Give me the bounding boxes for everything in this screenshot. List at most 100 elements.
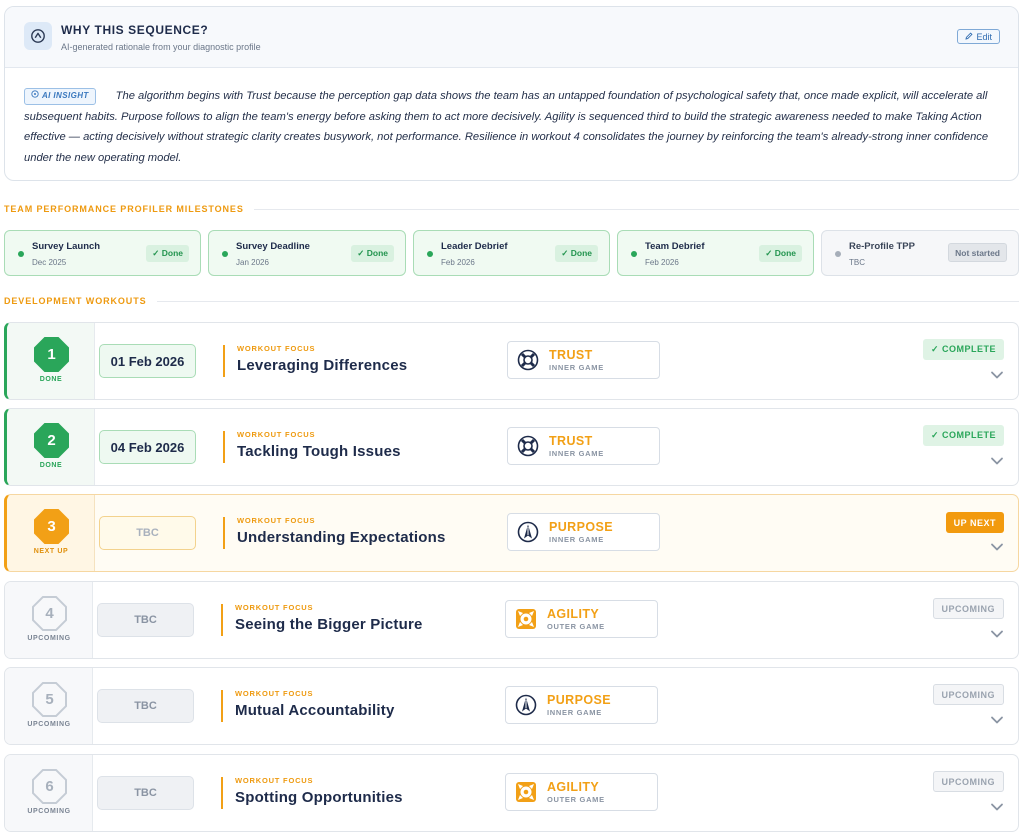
game-name: TRUST — [549, 434, 593, 448]
game-name: TRUST — [549, 348, 593, 362]
workout-focus-label: WORKOUT FOCUS — [237, 344, 316, 353]
milestone-team-debrief[interactable]: Team Debrief Feb 2026 ✓ Done — [617, 230, 814, 276]
status-dot — [835, 251, 841, 257]
workout-state-label: DONE — [39, 462, 63, 469]
workout-date: 01 Feb 2026 — [99, 344, 196, 378]
workout-focus: WORKOUT FOCUS Understanding Expectations — [223, 516, 446, 549]
game-name: PURPOSE — [547, 693, 611, 707]
workout-state-label: UPCOMING — [27, 635, 71, 642]
workout-title: Seeing the Bigger Picture — [235, 616, 423, 633]
agility-arrows-icon — [516, 609, 536, 629]
workout-card-4[interactable]: 4 UPCOMING TBC WORKOUT FOCUS Seeing the … — [4, 581, 1019, 659]
game-chip: PURPOSE INNER GAME — [505, 686, 658, 724]
trust-lifebuoy-icon — [517, 349, 539, 371]
game-name: PURPOSE — [549, 520, 613, 534]
milestone-name: Team Debrief — [645, 241, 705, 252]
milestone-leader-debrief[interactable]: Leader Debrief Feb 2026 ✓ Done — [413, 230, 610, 276]
game-chip: PURPOSE INNER GAME — [507, 513, 660, 551]
game-chip: AGILITY OUTER GAME — [505, 600, 658, 638]
workout-date: TBC — [99, 516, 196, 550]
milestone-date: TBC — [849, 258, 865, 267]
game-type: INNER GAME — [549, 449, 604, 458]
ai-insight-label: AI INSIGHT — [42, 91, 89, 100]
workout-title: Tackling Tough Issues — [237, 443, 401, 460]
workout-number-column: 5 UPCOMING — [5, 668, 93, 744]
workout-focus-label: WORKOUT FOCUS — [237, 430, 316, 439]
milestone-name: Survey Deadline — [236, 241, 310, 252]
workout-date: 04 Feb 2026 — [99, 430, 196, 464]
rationale-header: WHY THIS SEQUENCE? AI-generated rational… — [5, 7, 1018, 68]
chevron-down-icon[interactable] — [990, 802, 1004, 812]
workout-number-column: 6 UPCOMING — [5, 755, 93, 831]
edit-button[interactable]: Edit — [957, 29, 1000, 44]
chevron-down-icon[interactable] — [990, 456, 1004, 466]
milestone-date: Feb 2026 — [441, 258, 475, 267]
workout-card-1[interactable]: 1 DONE 01 Feb 2026 WORKOUT FOCUS Leverag… — [4, 322, 1019, 400]
status-dot — [631, 251, 637, 257]
milestone-date: Dec 2025 — [32, 258, 67, 267]
sparkle-icon — [31, 86, 39, 107]
status-badge: UPCOMING — [932, 771, 1004, 792]
milestone-status-badge: Not started — [948, 243, 1007, 262]
workouts-section-label: DEVELOPMENT WORKOUTS — [4, 296, 147, 306]
chevron-down-icon[interactable] — [990, 629, 1004, 639]
workout-title: Leveraging Differences — [237, 357, 408, 374]
workout-card-6[interactable]: 6 UPCOMING TBC WORKOUT FOCUS Spotting Op… — [4, 754, 1019, 832]
milestone-re-profile-tpp[interactable]: Re-Profile TPP TBC Not started — [821, 230, 1019, 276]
status-badge: ✓ COMPLETE — [922, 425, 1004, 446]
chevron-down-icon[interactable] — [990, 542, 1004, 552]
workout-state-label: UPCOMING — [27, 721, 71, 728]
rationale-text: The algorithm begins with Trust because … — [24, 90, 989, 164]
milestones-section-header: TEAM PERFORMANCE PROFILER MILESTONES — [4, 203, 1019, 215]
workout-date: TBC — [97, 776, 194, 810]
workout-card-5[interactable]: 5 UPCOMING TBC WORKOUT FOCUS Mutual Acco… — [4, 667, 1019, 745]
workout-number-badge: 5 — [32, 682, 67, 717]
game-name: AGILITY — [547, 780, 600, 794]
milestone-date: Jan 2026 — [236, 258, 269, 267]
agility-arrows-icon — [516, 782, 536, 802]
game-name: AGILITY — [547, 607, 600, 621]
sequence-rationale-card: WHY THIS SEQUENCE? AI-generated rational… — [4, 6, 1019, 181]
workout-date: TBC — [97, 689, 194, 723]
status-badge: UPCOMING — [932, 598, 1004, 619]
rationale-subtitle: AI-generated rationale from your diagnos… — [61, 42, 261, 52]
milestone-status-badge: ✓ Done — [555, 245, 598, 262]
workout-focus: WORKOUT FOCUS Spotting Opportunities — [221, 776, 403, 809]
purpose-arrow-icon — [517, 521, 539, 543]
status-badge: UPCOMING — [932, 684, 1004, 705]
game-type: INNER GAME — [547, 708, 602, 717]
milestone-name: Leader Debrief — [441, 241, 508, 252]
workout-number-badge: 1 — [34, 337, 69, 372]
game-type: OUTER GAME — [547, 795, 605, 804]
compass-icon — [24, 22, 52, 50]
milestone-name: Survey Launch — [32, 241, 101, 252]
workout-state-label: NEXT UP — [33, 548, 69, 555]
section-divider — [253, 208, 1019, 210]
workout-title: Understanding Expectations — [237, 529, 446, 546]
game-type: INNER GAME — [549, 363, 604, 372]
milestone-date: Feb 2026 — [645, 258, 679, 267]
workouts-section-header: DEVELOPMENT WORKOUTS — [4, 295, 1019, 307]
milestone-status-badge: ✓ Done — [146, 245, 189, 262]
milestone-name: Re-Profile TPP — [849, 241, 915, 252]
workout-focus-label: WORKOUT FOCUS — [235, 776, 314, 785]
workout-state-label: UPCOMING — [27, 808, 71, 815]
chevron-down-icon[interactable] — [990, 370, 1004, 380]
workout-number-column: 3 NEXT UP — [7, 495, 95, 571]
workout-number-column: 1 DONE — [7, 323, 95, 399]
edit-label: Edit — [976, 31, 992, 42]
rationale-body: AI INSIGHT The algorithm begins with Tru… — [5, 68, 1018, 168]
rationale-title: WHY THIS SEQUENCE? — [61, 23, 209, 37]
milestone-status-badge: ✓ Done — [759, 245, 802, 262]
trust-lifebuoy-icon — [517, 435, 539, 457]
workout-card-2[interactable]: 2 DONE 04 Feb 2026 WORKOUT FOCUS Tacklin… — [4, 408, 1019, 486]
game-chip: TRUST INNER GAME — [507, 341, 660, 379]
chevron-down-icon[interactable] — [990, 715, 1004, 725]
status-dot — [18, 251, 24, 257]
milestone-survey-deadline[interactable]: Survey Deadline Jan 2026 ✓ Done — [208, 230, 406, 276]
section-divider — [156, 300, 1019, 302]
workout-card-3[interactable]: 3 NEXT UP TBC WORKOUT FOCUS Understandin… — [4, 494, 1019, 572]
workout-number-column: 2 DONE — [7, 409, 95, 485]
purpose-arrow-icon — [515, 694, 537, 716]
milestone-survey-launch[interactable]: Survey Launch Dec 2025 ✓ Done — [4, 230, 201, 276]
